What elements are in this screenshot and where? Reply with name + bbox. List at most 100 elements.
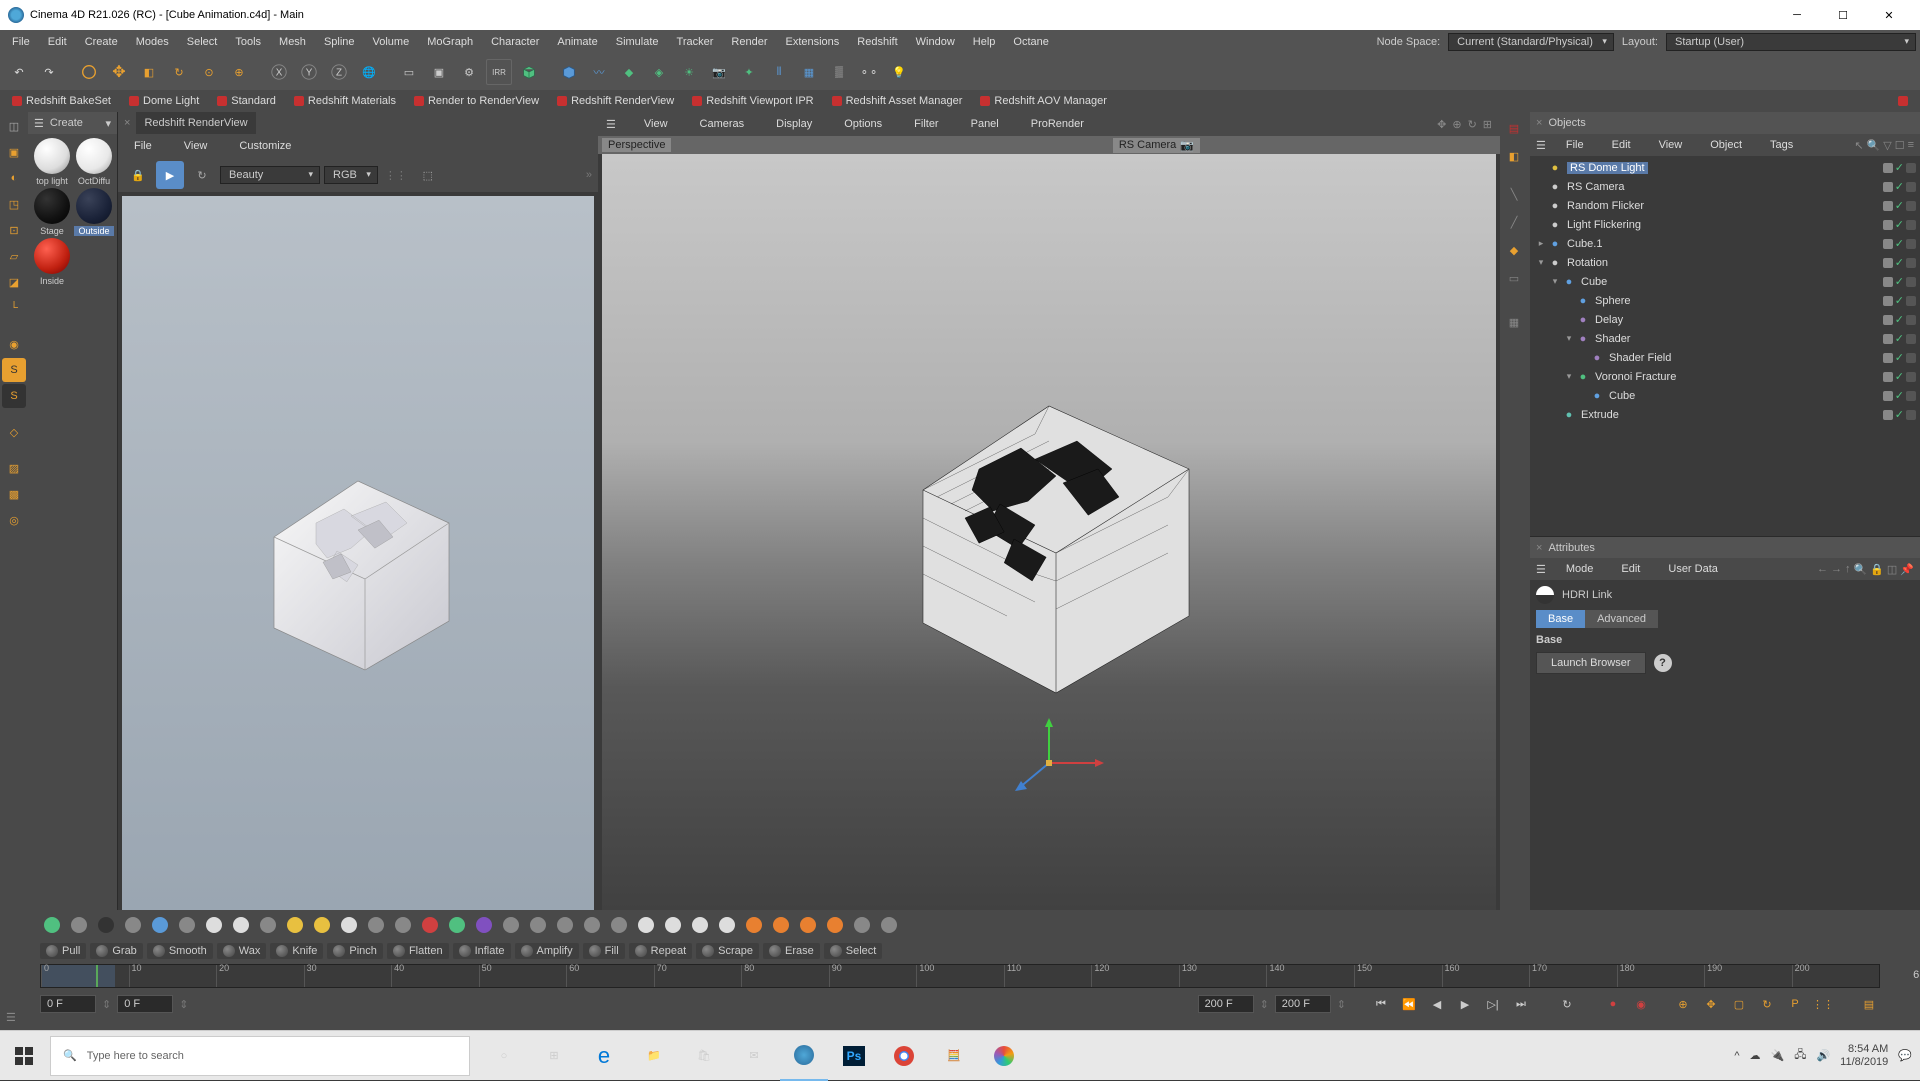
sculpt-pinch[interactable]: Pinch (327, 943, 383, 959)
rt-tool4[interactable]: ▭ (1502, 266, 1526, 290)
deformer-button[interactable]: ◈ (646, 59, 672, 85)
tree-row-sphere[interactable]: ●Sphere✓ (1530, 291, 1920, 310)
menu-simulate[interactable]: Simulate (608, 33, 667, 51)
vp-menu-prorender[interactable]: ProRender (1023, 115, 1092, 133)
tree-row-shader-field[interactable]: ●Shader Field✓ (1530, 348, 1920, 367)
dopesheet-button[interactable]: ▤ (1858, 993, 1880, 1015)
vp-menu-filter[interactable]: Filter (906, 115, 946, 133)
icon-row-button-30[interactable] (850, 913, 874, 937)
resolve-app[interactable] (980, 1031, 1028, 1081)
irr-button[interactable]: IRR (486, 59, 512, 85)
material-inside[interactable]: Inside (32, 238, 72, 286)
vp-menu-panel[interactable]: Panel (963, 115, 1007, 133)
rt-tool5[interactable]: ▦ (1502, 310, 1526, 334)
attr-fwd-icon[interactable]: → (1831, 563, 1842, 576)
tree-row-extrude[interactable]: ●Extrude✓ (1530, 405, 1920, 424)
snap-3d-button[interactable]: S (2, 384, 26, 408)
locked-tool[interactable]: ⊕ (226, 59, 252, 85)
obj-menu-edit[interactable]: Edit (1604, 136, 1639, 154)
3d-viewport[interactable]: Y X Z Grid Spacing : 1000 cm (602, 154, 1496, 976)
icon-row-button-0[interactable] (40, 913, 64, 937)
maximize-button[interactable]: ☐ (1820, 0, 1866, 30)
obj-menu-view[interactable]: View (1651, 136, 1691, 154)
tree-row-rs-camera[interactable]: ●RS Camera✓ (1530, 177, 1920, 196)
tree-row-delay[interactable]: ●Delay✓ (1530, 310, 1920, 329)
tray-expand-icon[interactable]: ^ (1734, 1050, 1739, 1062)
sculpt-fill[interactable]: Fill (583, 943, 625, 959)
point-mode-button[interactable]: ⊡ (2, 218, 26, 242)
sculpt-scrape[interactable]: Scrape (696, 943, 759, 959)
start-button[interactable] (0, 1031, 48, 1081)
attr-menu-edit[interactable]: Edit (1613, 560, 1648, 578)
menu-extensions[interactable]: Extensions (777, 33, 847, 51)
coord-system-button[interactable]: 🌐 (356, 59, 382, 85)
sculpt-amplify[interactable]: Amplify (515, 943, 579, 959)
sculpt-erase[interactable]: Erase (763, 943, 820, 959)
environment-button[interactable]: ☀ (676, 59, 702, 85)
menu-spline[interactable]: Spline (316, 33, 363, 51)
goto-end-button[interactable]: ⏭ (1510, 993, 1532, 1015)
vp-menu-display[interactable]: Display (768, 115, 820, 133)
obj-nav-icon[interactable]: ↖ (1854, 139, 1863, 152)
icon-row-button-15[interactable] (445, 913, 469, 937)
sculpt-inflate[interactable]: Inflate (453, 943, 511, 959)
generator-button[interactable]: ◆ (616, 59, 642, 85)
rs-redshift-renderview[interactable]: Redshift RenderView (549, 93, 682, 109)
render-play-button[interactable]: ▶ (156, 161, 184, 189)
prev-frame-button[interactable]: ◀ (1426, 993, 1448, 1015)
icon-row-button-16[interactable] (472, 913, 496, 937)
rs-redshift-asset-manager[interactable]: Redshift Asset Manager (824, 93, 971, 109)
obj-view-icon[interactable]: ☐ (1895, 139, 1905, 152)
explorer-app[interactable]: 📁 (630, 1031, 678, 1081)
render-rgb-dropdown[interactable]: RGB (324, 166, 378, 184)
rt-tool2[interactable]: ╱ (1502, 210, 1526, 234)
render-view-button[interactable]: ▭ (396, 59, 422, 85)
close-panel-icon[interactable]: × (1536, 117, 1542, 129)
camera-label[interactable]: RS Camera📷 (1113, 138, 1200, 153)
axis-button[interactable]: └ (2, 296, 26, 320)
key-param-button[interactable]: ↻ (1756, 993, 1778, 1015)
x-axis-button[interactable]: X (266, 59, 292, 85)
attr-menu-mode[interactable]: Mode (1558, 560, 1602, 578)
scale-tool[interactable]: ◧ (136, 59, 162, 85)
cortana-button[interactable]: ○ (480, 1031, 528, 1081)
loop-button[interactable]: ↻ (1556, 993, 1578, 1015)
render-viewport[interactable]: Frame 6: 2019-11-08 08:53:48 (1.01s) (122, 196, 594, 962)
cinema4d-app[interactable] (780, 1031, 828, 1081)
workplane-button[interactable]: ◳ (2, 192, 26, 216)
icon-row-button-22[interactable] (634, 913, 658, 937)
chevron-right-icon[interactable]: » (586, 169, 592, 181)
misc-tool-2[interactable]: ▩ (2, 482, 26, 506)
menu-character[interactable]: Character (483, 33, 547, 51)
icon-row-button-4[interactable] (148, 913, 172, 937)
misc-button[interactable]: ⚬⚬ (856, 59, 882, 85)
render-refresh-button[interactable]: ↻ (188, 161, 216, 189)
help-icon[interactable]: ? (1654, 654, 1672, 672)
workplane-snap-button[interactable]: ◇ (2, 420, 26, 444)
enable-snap-button[interactable]: ◉ (2, 332, 26, 356)
rv-menu-file[interactable]: File (126, 137, 160, 155)
tree-row-cube[interactable]: ▾●Cube✓ (1530, 272, 1920, 291)
vp-menu-cameras[interactable]: Cameras (692, 115, 753, 133)
rs-redshift-viewport-ipr[interactable]: Redshift Viewport IPR (684, 93, 821, 109)
chrome-app[interactable] (880, 1031, 928, 1081)
material-stage[interactable]: Stage (32, 188, 72, 236)
rotate-tool[interactable]: ↻ (166, 59, 192, 85)
vp-max-icon[interactable]: ⊞ (1483, 118, 1492, 131)
tree-row-cube[interactable]: ●Cube✓ (1530, 386, 1920, 405)
hamburger-icon[interactable]: ☰ (1536, 563, 1546, 576)
vp-menu-view[interactable]: View (636, 115, 676, 133)
sculpt-smooth[interactable]: Smooth (147, 943, 213, 959)
icon-row-button-8[interactable] (256, 913, 280, 937)
icon-row-button-19[interactable] (553, 913, 577, 937)
obj-menu-file[interactable]: File (1558, 136, 1592, 154)
icon-row-button-29[interactable] (823, 913, 847, 937)
obj-search-icon[interactable]: 🔍 (1867, 139, 1881, 152)
tree-row-voronoi-fracture[interactable]: ▾●Voronoi Fracture✓ (1530, 367, 1920, 386)
menu-edit[interactable]: Edit (40, 33, 75, 51)
snap-button[interactable]: ▦ (796, 59, 822, 85)
rt-tool1[interactable]: ╲ (1502, 182, 1526, 206)
icon-row-button-7[interactable] (229, 913, 253, 937)
obj-menu-object[interactable]: Object (1702, 136, 1750, 154)
vp-rotate-icon[interactable]: ↻ (1468, 118, 1477, 131)
